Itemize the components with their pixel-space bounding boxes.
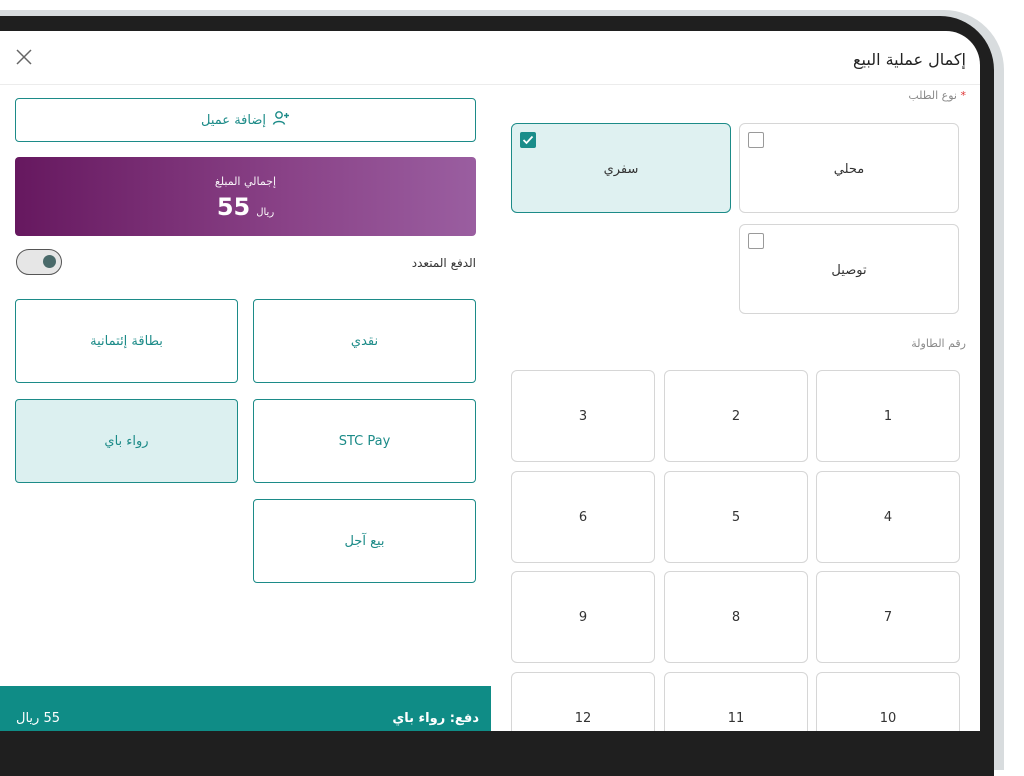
payment-rewaa-pay-button[interactable]: رواء باي: [15, 399, 238, 483]
checkbox[interactable]: [748, 132, 764, 148]
table-9[interactable]: 9: [511, 571, 655, 663]
currency-label: ريال: [256, 207, 275, 218]
total-label: إجمالي المبلغ: [214, 175, 277, 188]
pay-footer-button[interactable]: دفع: رواء باي 55 ريال: [0, 686, 491, 731]
dialog-title: إكمال عملية البيع: [853, 50, 966, 69]
table-5[interactable]: 5: [664, 471, 808, 563]
table-12[interactable]: 12: [511, 672, 655, 731]
order-type-local[interactable]: محلي: [739, 123, 959, 213]
dialog-header: إكمال عملية البيع: [0, 31, 980, 85]
close-icon[interactable]: [14, 47, 34, 67]
multi-payment-toggle[interactable]: [16, 249, 62, 275]
table-4[interactable]: 4: [816, 471, 960, 563]
table-2[interactable]: 2: [664, 370, 808, 462]
table-1[interactable]: 1: [816, 370, 960, 462]
table-7[interactable]: 7: [816, 571, 960, 663]
multi-payment-label: الدفع المتعدد: [411, 256, 476, 270]
order-type-label-takeaway: سفري: [603, 162, 639, 177]
payment-stcpay-button[interactable]: STC Pay: [253, 399, 476, 483]
footer-amount: 55 ريال: [16, 711, 60, 726]
add-customer-button[interactable]: إضافة عميل: [15, 98, 476, 142]
total-value: 55: [216, 193, 251, 221]
order-type-delivery[interactable]: توصيل: [739, 224, 959, 314]
order-type-takeaway[interactable]: سفري: [511, 123, 731, 213]
checkbox[interactable]: [748, 233, 764, 249]
table-3[interactable]: 3: [511, 370, 655, 462]
order-type-label-delivery: توصيل: [831, 263, 867, 278]
total-amount: ريال 55: [15, 193, 476, 221]
order-type-label: * نوع الطلب: [908, 89, 966, 102]
payment-cash-button[interactable]: نقدي: [253, 299, 476, 383]
payment-credit-card-button[interactable]: بطاقة إئتمانية: [15, 299, 238, 383]
add-customer-label: إضافة عميل: [201, 112, 266, 128]
checkbox-checked[interactable]: [520, 132, 536, 148]
footer-pay-method: دفع: رواء باي: [392, 711, 479, 726]
table-6[interactable]: 6: [511, 471, 655, 563]
order-type-label-local: محلي: [833, 162, 865, 177]
table-11[interactable]: 11: [664, 672, 808, 731]
table-number-label: رقم الطاولة: [911, 337, 966, 350]
sale-dialog: إكمال عملية البيع * نوع الطلب محلي سفري …: [0, 31, 980, 731]
required-mark: *: [960, 89, 967, 102]
add-user-icon: [272, 110, 290, 130]
payment-deferred-button[interactable]: بيع آجل: [253, 499, 476, 583]
total-amount-card: إجمالي المبلغ ريال 55: [15, 157, 476, 236]
table-10[interactable]: 10: [816, 672, 960, 731]
table-8[interactable]: 8: [664, 571, 808, 663]
toggle-knob: [43, 255, 56, 268]
